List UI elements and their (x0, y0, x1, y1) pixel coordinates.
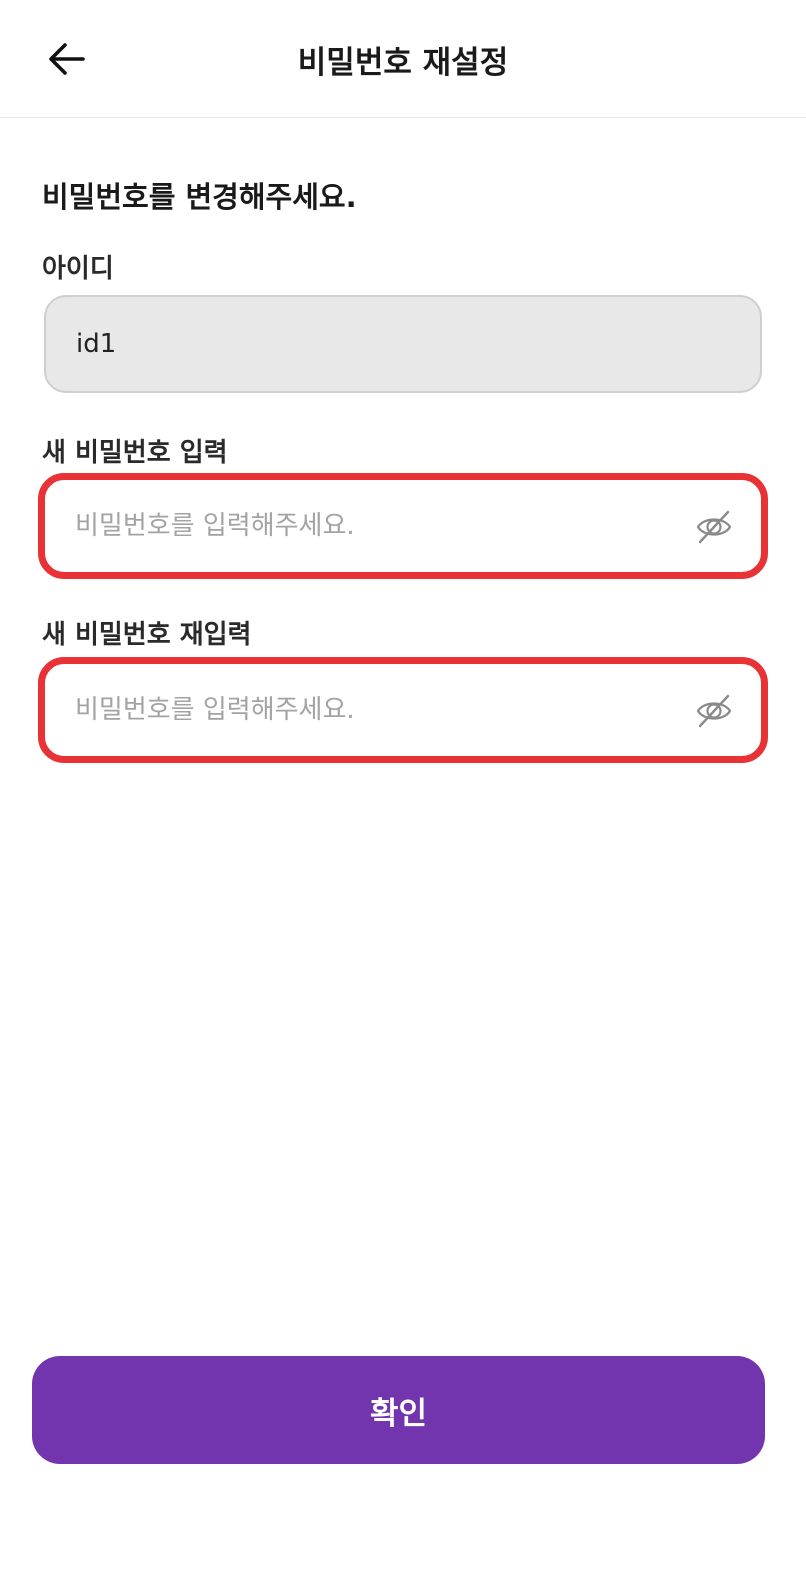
confirm-password-label: 새 비밀번호 재입력 (42, 620, 252, 650)
new-password-field[interactable] (38, 473, 768, 579)
confirm-password-input[interactable] (75, 664, 655, 756)
id-value: id1 (76, 329, 117, 359)
confirm-button[interactable]: 확인 (32, 1356, 765, 1464)
new-password-label: 새 비밀번호 입력 (42, 438, 228, 468)
eye-off-icon[interactable] (695, 692, 733, 730)
id-label: 아이디 (42, 254, 114, 284)
new-password-input[interactable] (75, 480, 655, 572)
back-button[interactable] (40, 36, 94, 82)
arrow-left-icon (49, 43, 85, 75)
eye-off-icon[interactable] (695, 508, 733, 546)
form-heading: 비밀번호를 변경해주세요. (42, 180, 357, 214)
page-title: 비밀번호 재설정 (297, 44, 509, 81)
app-header: 비밀번호 재설정 (0, 0, 806, 118)
confirm-password-field[interactable] (38, 657, 768, 763)
id-field: id1 (44, 295, 762, 393)
